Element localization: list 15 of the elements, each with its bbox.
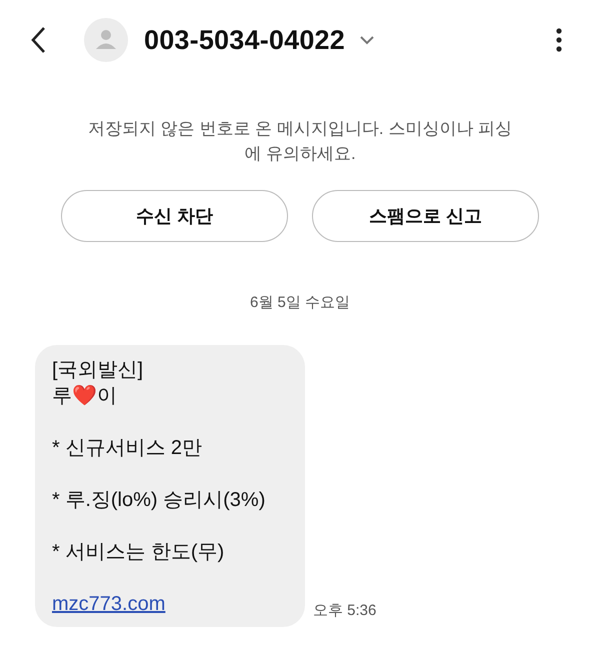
more-icon[interactable] <box>556 28 562 52</box>
message-text: * 서비스는 한도(무) <box>52 540 226 564</box>
message-text: [국외발신] <box>52 358 144 382</box>
report-spam-button[interactable]: 스팸으로 신고 <box>312 190 539 242</box>
message-text: 루❤이 <box>52 384 118 408</box>
unknown-sender-notice: 저장되지 않은 번호로 온 메시지입니다. 스미싱이나 피싱에 유의하세요. <box>86 118 514 165</box>
message-time: 오후 5:36 <box>313 601 376 621</box>
block-button[interactable]: 수신 차단 <box>61 190 288 242</box>
chevron-down-icon[interactable] <box>358 35 375 45</box>
message-link[interactable]: mzc773.com <box>52 592 166 614</box>
message-text: * 루.징(lo%) 승리시(3%) <box>52 488 266 512</box>
contact-title: 003-5034-04022 <box>144 24 345 57</box>
back-icon[interactable] <box>30 26 46 54</box>
message-text: * 신규서비스 2만 <box>52 436 204 460</box>
date-label: 6월 5일 수요일 <box>250 294 350 311</box>
